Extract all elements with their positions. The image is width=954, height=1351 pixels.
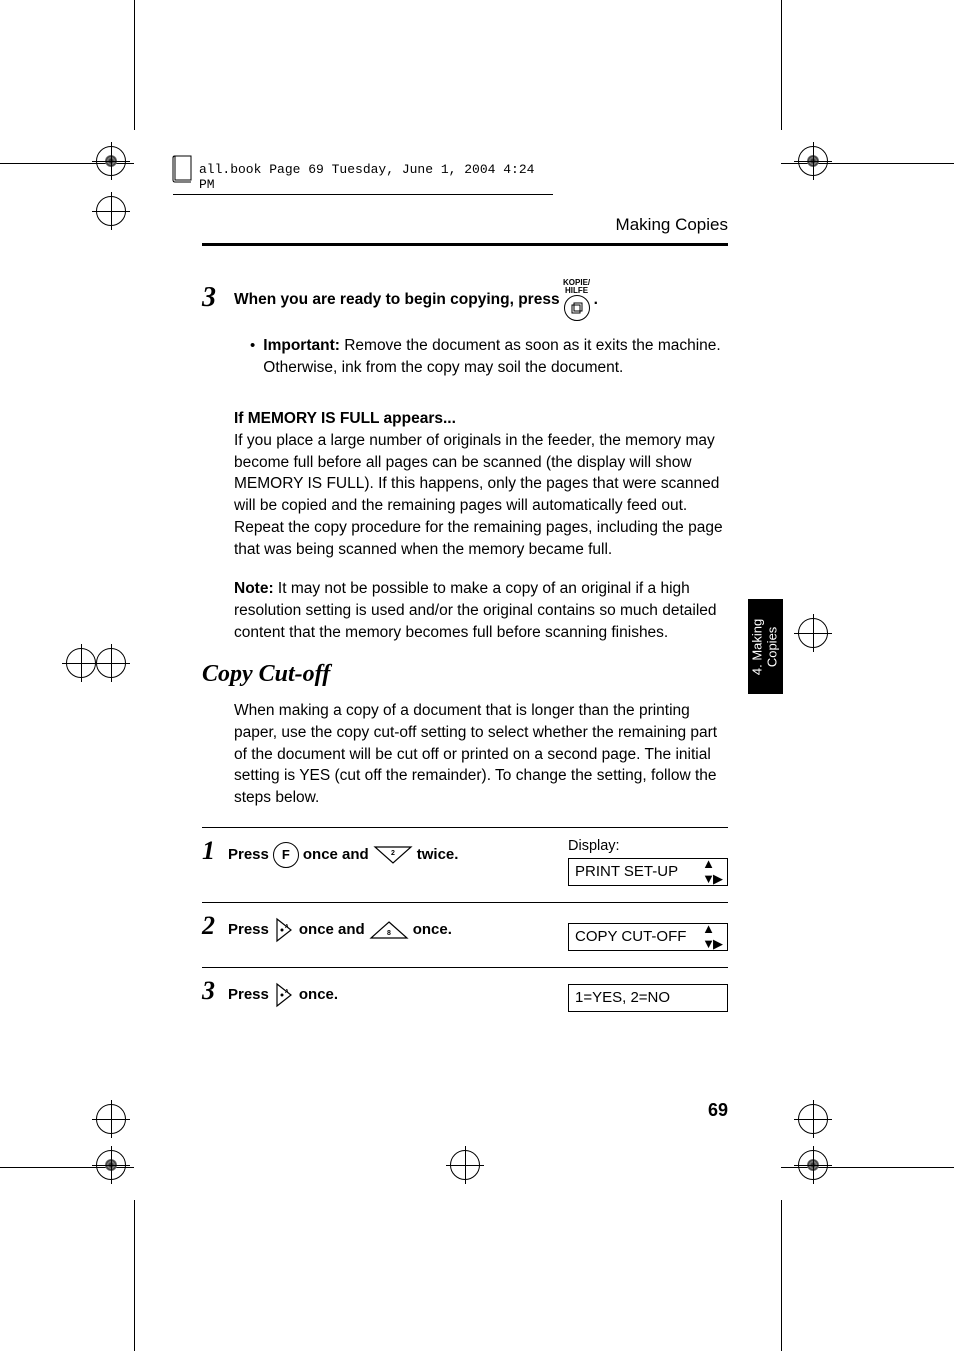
lcd-3-text: 1=YES, 2=NO [575,989,670,1006]
kopie-hilfe-label: KOPIE/ HILFE [563,279,590,295]
lcd-2-text: COPY CUT-OFF [575,928,686,945]
page-number: 69 [202,1100,728,1121]
up-key-icon: 8 [369,920,409,940]
down-key-icon: 2 [373,845,413,865]
lcd-3: 1=YES, 2=NO [568,984,728,1012]
bullet-content: Important: Remove the document as soon a… [263,335,728,378]
svg-text:A: A [285,924,289,930]
row2-t0: Press [228,921,269,938]
row2-num: 2 [202,913,228,939]
note-body: It may not be possible to make a copy of… [234,580,717,640]
step-3-before: When you are ready to begin copying, pre… [234,289,560,311]
section-title: Copy Cut-off [202,661,728,688]
row3-instr: Press A once. [228,978,568,1008]
play-key-icon: A [273,917,295,943]
running-head: Making Copies [202,215,728,235]
note-label: Note: [234,580,274,597]
copy-circle-icon [564,295,590,321]
table-row-2: 2 Press A once and 8 once. COPY CUT-OFF … [202,903,728,967]
proof-header-text: all.book Page 69 Tuesday, June 1, 2004 4… [199,162,549,192]
memory-body: If you place a large number of originals… [234,430,728,560]
chapter-tab: 4. Making Copies [748,599,783,694]
lcd-1: PRINT SET-UP ▲▼▶ [568,858,728,886]
row3-t0: Press [228,986,269,1003]
svg-text:8: 8 [387,930,391,937]
step-3: 3 When you are ready to begin copying, p… [202,274,728,321]
rule-thick [202,243,728,246]
row2-t2: once and [299,921,365,938]
row1-t4: twice. [417,846,459,863]
section-body: When making a copy of a document that is… [234,700,728,808]
row3-t2: once. [299,986,338,1003]
step-3-number: 3 [202,284,224,312]
svg-text:2: 2 [391,850,395,857]
table-row-1: 1 Press F once and 2 twice. Display: PRI… [202,828,728,902]
important-label: Important: [263,337,340,354]
row1-right: Display: PRINT SET-UP ▲▼▶ [568,838,728,886]
proof-header: all.book Page 69 Tuesday, June 1, 2004 4… [173,160,553,195]
row3-num: 3 [202,978,228,1004]
lcd-1-text: PRINT SET-UP [575,863,678,880]
row1-num: 1 [202,838,228,864]
updown-arrow-icon-2: ▲▼▶ [702,921,721,952]
note-block: Note: It may not be possible to make a c… [234,578,728,643]
bullet-icon: • [250,335,255,378]
row2-instr: Press A once and 8 once. [228,913,568,943]
play-key-icon-2: A [273,982,295,1008]
memory-block: If MEMORY IS FULL appears... If you plac… [234,408,728,560]
kopie-hilfe-button: KOPIE/ HILFE [562,279,592,321]
row3-right: 1=YES, 2=NO [568,978,728,1012]
f-button-icon: F [273,842,299,868]
steps-table: 1 Press F once and 2 twice. Display: PRI… [202,827,728,1028]
svg-text:A: A [285,989,289,995]
important-bullet: • Important: Remove the document as soon… [250,335,728,378]
row1-t0: Press [228,846,269,863]
updown-arrow-icon: ▲▼▶ [702,856,721,887]
step-3-after: . [594,289,598,311]
table-row-3: 3 Press A once. 1=YES, 2=NO [202,968,728,1028]
page-body: Making Copies 3 When you are ready to be… [202,215,728,1028]
row1-instr: Press F once and 2 twice. [228,838,568,868]
book-icon [171,154,195,184]
row2-right: COPY CUT-OFF ▲▼▶ [568,913,728,951]
display-label: Display: [568,838,728,854]
row2-t4: once. [413,921,452,938]
memory-heading: If MEMORY IS FULL appears... [234,408,728,430]
step-3-text: When you are ready to begin copying, pre… [234,274,598,321]
lcd-2: COPY CUT-OFF ▲▼▶ [568,923,728,951]
chapter-tab-text: 4. Making Copies [751,618,781,674]
row1-t2: once and [303,846,369,863]
